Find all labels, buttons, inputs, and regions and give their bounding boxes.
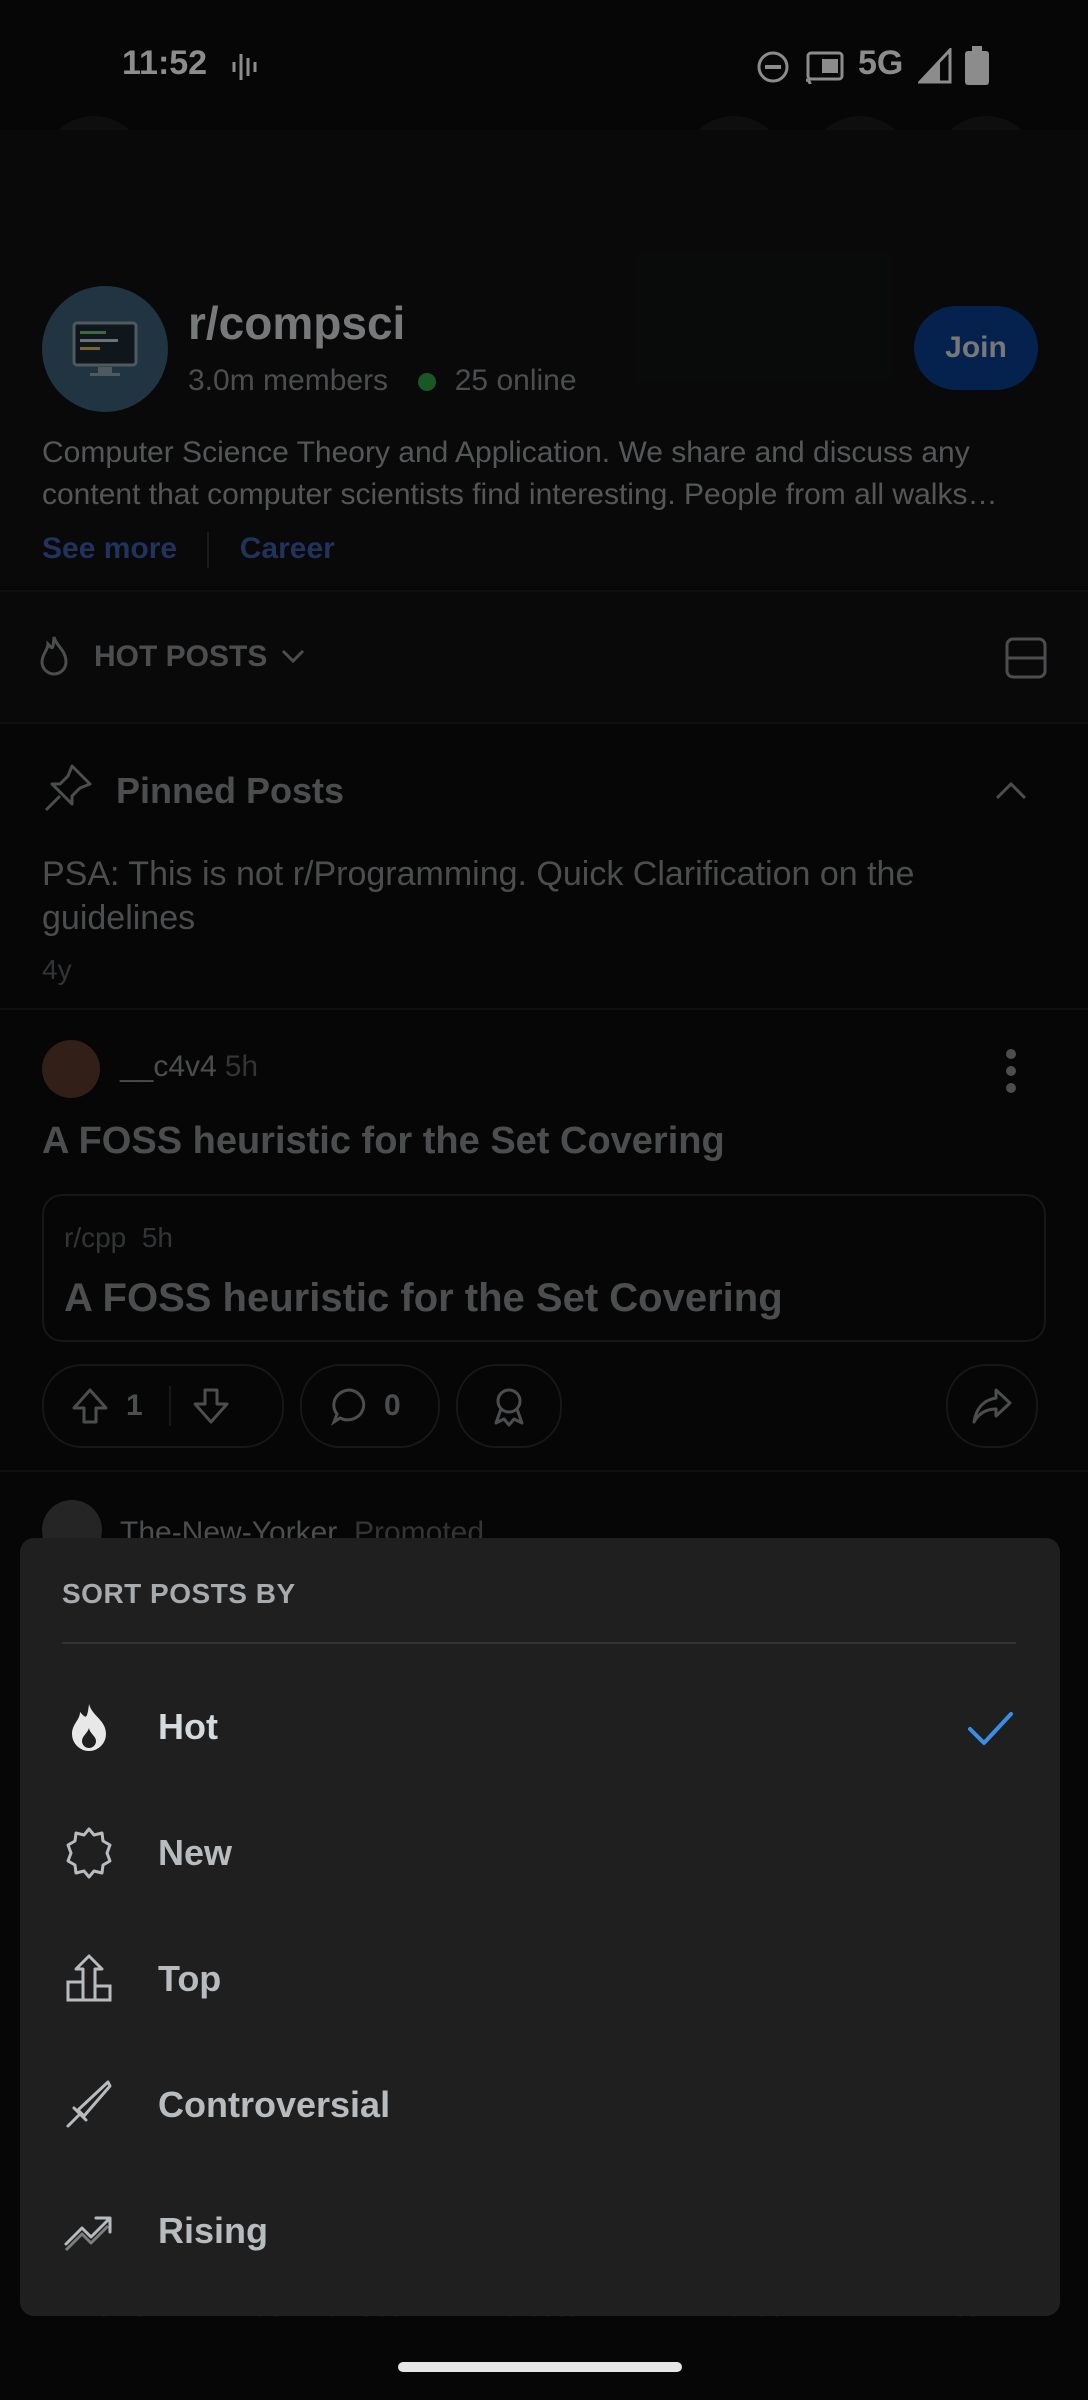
sort-option-label: Hot (158, 1706, 218, 1747)
top-chart-icon (66, 1954, 112, 2002)
sort-sheet: SORT POSTS BY Hot New Top Controversial … (20, 1538, 1060, 2316)
new-badge-icon (66, 1827, 112, 1879)
sort-option-label: Rising (158, 2210, 269, 2251)
sort-option-rising[interactable]: Rising (20, 2172, 1060, 2292)
sort-option-controversial[interactable]: Controversial (20, 2046, 1060, 2166)
sort-option-label: New (158, 1832, 233, 1873)
sort-option-label: Top (158, 1958, 222, 1999)
sort-option-hot[interactable]: Hot (20, 1668, 1060, 1788)
sheet-title: SORT POSTS BY (62, 1578, 296, 1609)
trending-up-icon (64, 2216, 112, 2252)
flame-icon (72, 1704, 106, 1751)
sheet-divider (62, 1642, 1016, 1644)
sword-icon (66, 2080, 112, 2128)
home-indicator[interactable] (398, 2362, 682, 2372)
sort-option-top[interactable]: Top (20, 1920, 1060, 2040)
sort-option-new[interactable]: New (20, 1794, 1060, 1914)
sort-option-label: Controversial (158, 2084, 391, 2125)
checkmark-icon (968, 1712, 1013, 1745)
